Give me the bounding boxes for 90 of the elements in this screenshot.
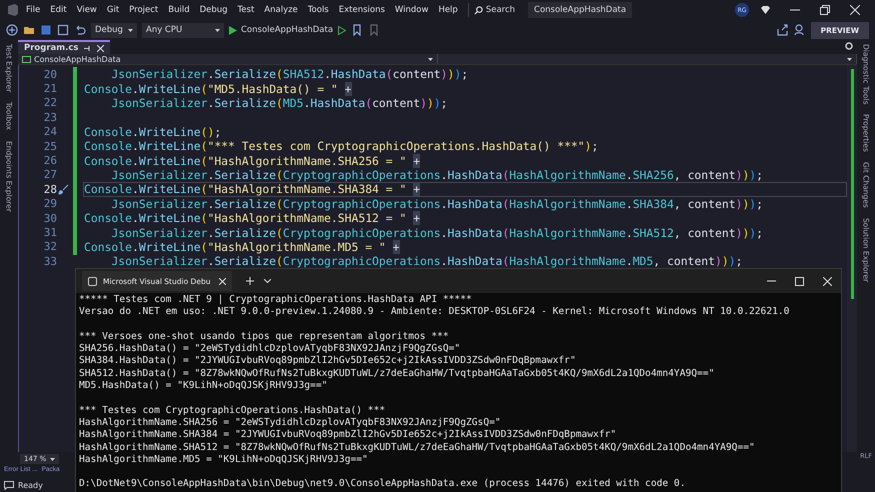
menu-item[interactable]: Analyze <box>260 3 302 17</box>
code-line: JsonSerializer.Serialize(CryptographicOperations.HashData(HashAlgorithmName.MD5, content))); <box>110 254 742 268</box>
minimize-icon[interactable] <box>766 280 776 282</box>
code-line: Console.WriteLine("HashAlgorithmName.SHA256 = " + <box>84 154 420 168</box>
bookmark-icon[interactable] <box>368 24 380 36</box>
line-number: 33 <box>44 254 57 268</box>
restore-icon[interactable] <box>820 5 830 15</box>
line-number: 31 <box>44 226 57 239</box>
code-line: Console.WriteLine("HashAlgorithmName.SHA384 = " + <box>84 182 420 196</box>
status-text: Ready <box>18 480 43 490</box>
plus-icon[interactable] <box>246 277 254 285</box>
line-number: 24 <box>44 125 57 138</box>
menu-item[interactable]: Debug <box>196 3 232 17</box>
bookmark-icon[interactable] <box>351 24 364 36</box>
share-icon[interactable] <box>776 24 789 36</box>
console-line: Versao do .NET em uso: .NET 9.0.0-preview.1.24080.9 - Ambiente: DESKTOP-0SL6F24 - Kernel: Microsoft Windows NT 10.0.22621.0 <box>79 306 790 319</box>
start-button[interactable]: ConsoleAppHashData <box>229 25 334 35</box>
close-icon[interactable] <box>822 276 832 286</box>
maximize-icon[interactable] <box>794 276 804 286</box>
play-icon <box>229 26 237 34</box>
line-number: 20 <box>44 68 57 81</box>
search-icon <box>474 6 483 14</box>
console-line: SHA256.HashData() = "2eWSTydidhlcDzplovATyqbF83NX92JAnzjF9QgZGsQ=" <box>79 343 462 356</box>
console-line: HashAlgorithmName.SHA512 = "8Z78wkNQwOfRufNs2TuBkxgKUDTuWL/z7deEaGhaHW/TvqtpbaHGAaTaGxb05t4KQ/9mX6dL2a1QDo4mn4YA9Q==" <box>79 442 756 454</box>
folder-icon[interactable] <box>23 24 35 36</box>
line-number: 22 <box>44 96 57 110</box>
play-outline-icon[interactable] <box>338 26 346 34</box>
console-line: SHA384.HashData() = "2JYWUGIvbuRVoq89pmbZlI2hGv5DIe652c+j2IkAssIVDD3ZSdw0nFDqBpmawxfr" <box>79 355 577 368</box>
line-number: 26 <box>44 154 57 168</box>
diamond-icon[interactable] <box>760 5 770 15</box>
menu-item[interactable]: Git <box>102 3 124 17</box>
close-icon[interactable] <box>219 278 226 284</box>
console-line: *** Versoes one-shot usando tipos que representam algoritmos *** <box>79 330 450 344</box>
save-icon[interactable] <box>40 24 52 36</box>
brush-icon[interactable] <box>58 184 69 195</box>
message-icon <box>4 480 14 490</box>
menu-item[interactable]: File <box>22 3 44 17</box>
console-line: D:\DotNet9\ConsoleAppHashData\bin\Debug\net9.0\ConsoleAppHashData.exe (process 14476) exited with code 0. <box>79 478 686 491</box>
solution-name: ConsoleAppHashData <box>528 2 632 18</box>
code-line: Console.WriteLine("*** Testes com CryptographicOperations.HashData() ***"); <box>84 139 598 154</box>
line-number: 28 <box>44 182 57 196</box>
console-line: HashAlgorithmName.SHA384 = "2JYWUGIvbuRVoq89pmbZlI2hGv5DIe652c+j2IkAssIVDD3ZSdw0nFDqBpmawxfr" <box>79 429 618 442</box>
code-line: JsonSerializer.Serialize(CryptographicOperations.HashData(HashAlgorithmName.SHA512, content))); <box>110 226 764 240</box>
line-number: 30 <box>44 212 57 225</box>
caret-icon <box>215 28 220 32</box>
caret-icon <box>128 28 133 32</box>
code-line: JsonSerializer.Serialize(SHA512.HashData(content))); <box>110 67 468 82</box>
menu-item[interactable]: Edit <box>46 3 71 17</box>
menu-item[interactable]: Project <box>125 3 162 17</box>
menu-item[interactable]: Tools <box>304 3 333 17</box>
project-icon <box>22 56 31 62</box>
code-line: Console.WriteLine("HashAlgorithmName.SHA512 = " + <box>84 211 420 226</box>
undo-icon[interactable] <box>74 24 86 36</box>
document-tab[interactable]: Program.cs <box>18 40 110 54</box>
console-line: HashAlgorithmName.MD5 = "K9LihN+oDqQJSKjRHV9J3g==" <box>79 454 369 466</box>
code-line: Console.WriteLine("MD5.HashData() = " + <box>84 82 352 96</box>
console-line: *** Testes com CryptographicOperations.HashData() *** <box>79 404 386 417</box>
line-number: 25 <box>44 140 57 153</box>
code-line: JsonSerializer.Serialize(MD5.HashData(content))); <box>110 96 448 110</box>
line-number: 21 <box>44 82 57 96</box>
platform-dropdown[interactable]: Any CPU <box>142 22 224 38</box>
code-line: Console.WriteLine(); <box>84 124 222 139</box>
line-number: 27 <box>44 168 57 182</box>
code-line: Console.WriteLine("HashAlgorithmName.MD5 = " + <box>84 240 400 254</box>
chevron-down-icon[interactable] <box>264 279 271 283</box>
console-line: HashAlgorithmName.SHA256 = "2eWSTydidhlcDzplovATyqbF83NX92JAnzjF9QgZGsQ=" <box>79 416 502 430</box>
configuration-dropdown[interactable]: Debug <box>91 22 137 38</box>
close-icon[interactable] <box>850 5 860 15</box>
line-number: 29 <box>44 197 57 210</box>
menu-item[interactable]: Window <box>390 3 432 17</box>
code-line: JsonSerializer.Serialize(CryptographicOperations.HashData(HashAlgorithmName.SHA384, content))); <box>110 196 764 211</box>
caret-icon <box>50 458 56 460</box>
code-line: JsonSerializer.Serialize(CryptographicOperations.HashData(HashAlgorithmName.SHA256, content))); <box>110 168 764 182</box>
line-number: 32 <box>44 240 57 254</box>
caret-icon <box>428 58 432 60</box>
console-line: SHA512.HashData() = "8Z78wkNQwOfRufNs2TuBkxgKUDTuWL/z7deEaGhaHW/TvqtpbaHGAaTaGxb05t4KQ/9mX6dL2a1QDo4mn4YA9Q==" <box>79 368 716 380</box>
menu-item[interactable]: Extensions <box>334 3 389 17</box>
line-number: 23 <box>44 110 57 124</box>
console-line: MD5.HashData() = "K9LihN+oDqQJSKjRHV9J3g==" <box>79 380 328 392</box>
menu-item[interactable]: Build <box>164 3 194 17</box>
pin-icon[interactable] <box>84 44 92 52</box>
menu-item[interactable]: Test <box>234 3 258 17</box>
app-logo-icon <box>6 3 20 17</box>
caret-icon <box>847 58 852 60</box>
close-icon[interactable] <box>97 44 104 52</box>
menu-item[interactable]: View <box>72 3 101 17</box>
console-line: ***** Testes com .NET 9 | CryptographicOperations.HashData API ***** <box>79 294 473 306</box>
minimize-icon[interactable] <box>790 9 800 11</box>
search-button[interactable]: Search <box>468 3 520 17</box>
menu-item[interactable]: Help <box>434 3 462 17</box>
